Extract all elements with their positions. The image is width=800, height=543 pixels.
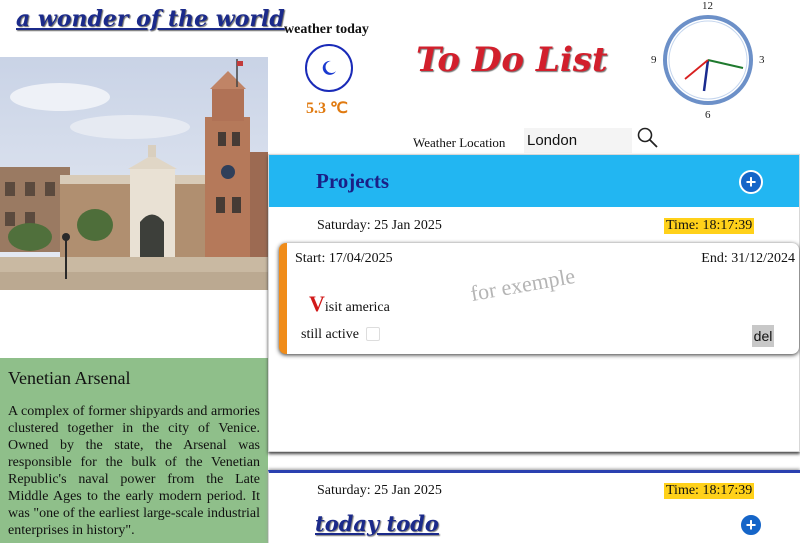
clock-number-6: 6: [705, 109, 711, 121]
clock-number-12: 12: [702, 0, 713, 12]
app-title: To Do List: [416, 40, 608, 80]
today-todo-title: today todo: [315, 511, 439, 536]
clock-number-3: 3: [759, 54, 765, 66]
task-start-date: Start: 17/04/2025: [295, 251, 393, 266]
task-status-label: still active: [301, 327, 359, 342]
projects-date: Saturday: 25 Jan 2025: [317, 218, 442, 233]
clock-face: [663, 15, 753, 105]
today-date: Saturday: 25 Jan 2025: [317, 483, 442, 498]
weather-heading: weather today: [284, 22, 369, 37]
search-button[interactable]: [636, 126, 660, 150]
wonder-title: a wonder of the world: [16, 6, 285, 32]
task-end-date: End: 31/12/2024: [701, 251, 795, 266]
wonder-photo: [0, 57, 268, 290]
moon-glyph: [322, 60, 336, 75]
moon-icon: [305, 44, 353, 92]
task-name-initial: V: [309, 291, 325, 316]
projects-title: Projects: [316, 169, 390, 193]
info-text: A complex of former shipyards and armori…: [8, 404, 260, 538]
info-title: Venetian Arsenal: [8, 368, 131, 388]
today-panel: Saturday: 25 Jan 2025 Time: 18:17:39 tod…: [268, 470, 800, 543]
add-project-button[interactable]: +: [739, 170, 763, 194]
search-icon: [637, 127, 658, 148]
analog-clock: 12 3 6 9: [651, 0, 765, 121]
info-panel: Venetian Arsenal A complex of former shi…: [0, 358, 268, 543]
projects-panel: Projects + Saturday: 25 Jan 2025 Time: 1…: [268, 154, 800, 452]
task-name-rest: isit america: [324, 300, 390, 315]
task-active-checkbox[interactable]: [366, 327, 380, 341]
task-name: Visit america: [309, 291, 390, 317]
clock-number-9: 9: [651, 54, 657, 66]
projects-time: Time: 18:17:39: [664, 218, 755, 234]
task-delete-button[interactable]: del: [752, 325, 774, 347]
task-watermark: for exemple: [468, 263, 577, 307]
weather-temperature: 5.3 ℃: [306, 100, 348, 117]
add-today-todo-button[interactable]: +: [739, 513, 763, 537]
task-card: Start: 17/04/2025 End: 31/12/2024 Visit …: [279, 243, 799, 354]
weather-location-input[interactable]: [524, 128, 632, 153]
weather-location-label: Weather Location: [413, 135, 506, 150]
venetian-arsenal-image: [0, 57, 268, 290]
today-time: Time: 18:17:39: [664, 483, 755, 499]
projects-header: Projects +: [269, 155, 799, 207]
